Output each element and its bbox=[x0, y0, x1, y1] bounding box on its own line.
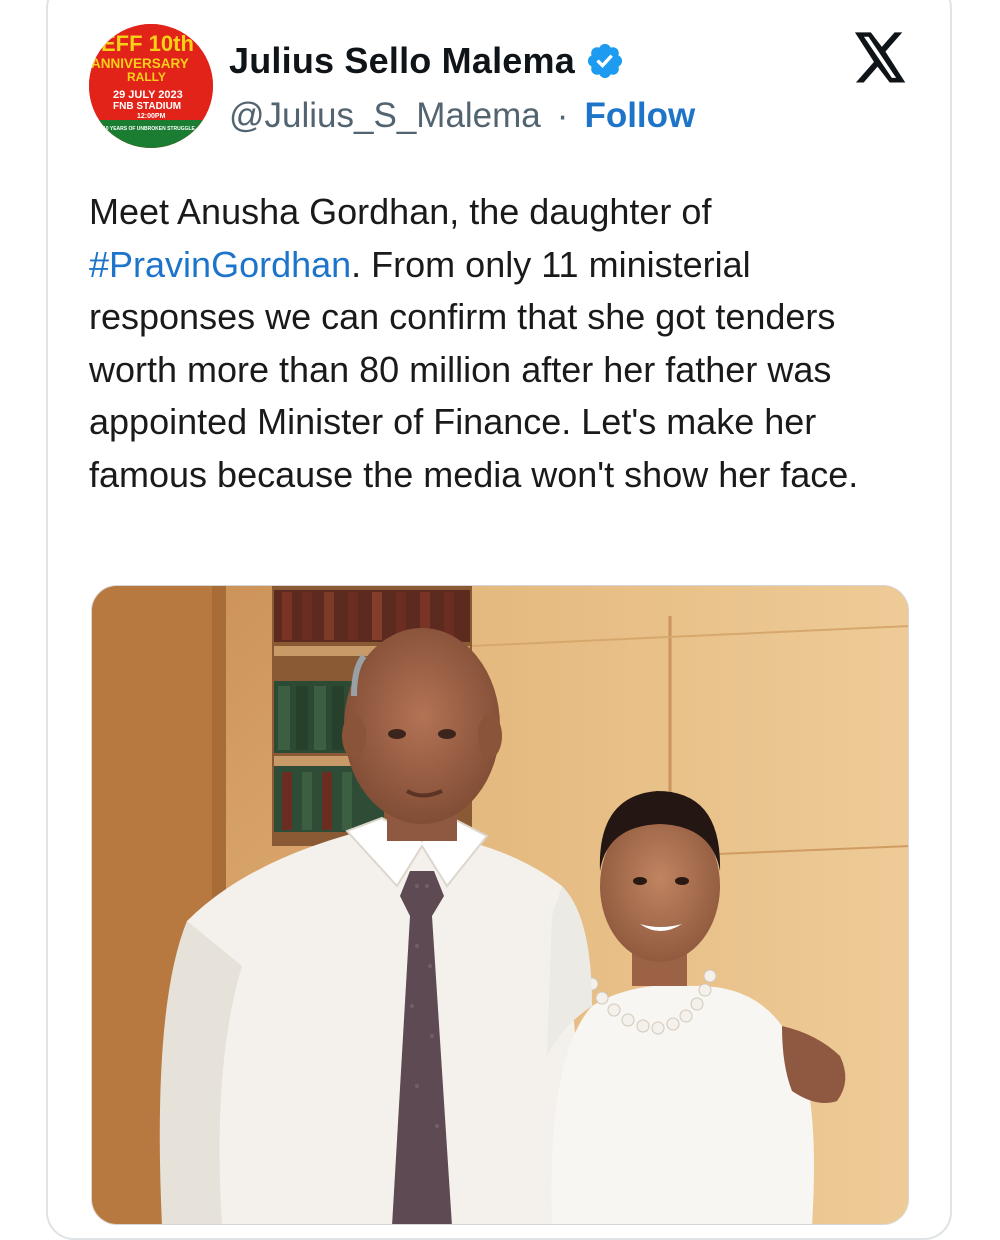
tweet-photo[interactable] bbox=[91, 585, 909, 1225]
photo-illustration bbox=[92, 586, 908, 1224]
poster-time: 12:00PM bbox=[137, 113, 166, 120]
author-avatar[interactable]: EFF 10th ANNIVERSARY RALLY 29 JULY 2023 … bbox=[89, 24, 213, 148]
hashtag-link[interactable]: #PravinGordhan bbox=[89, 244, 351, 285]
poster-date: 29 JULY 2023 bbox=[113, 89, 183, 101]
author-display-name[interactable]: Julius Sello Malema bbox=[229, 40, 575, 82]
eff-rally-poster-image: EFF 10th ANNIVERSARY RALLY 29 JULY 2023 … bbox=[89, 24, 213, 148]
poster-venue: FNB STADIUM bbox=[113, 101, 181, 112]
author-handle[interactable]: @Julius_S_Malema bbox=[229, 96, 541, 136]
author-handle-row: @Julius_S_Malema · Follow bbox=[229, 96, 695, 136]
poster-slogan: 10 YEARS OF UNBROKEN STRUGGLE bbox=[103, 126, 196, 132]
x-logo-icon[interactable] bbox=[852, 32, 908, 84]
author-name-row[interactable]: Julius Sello Malema bbox=[229, 40, 625, 82]
tweet-text-intro: Meet Anusha Gordhan, the daughter of bbox=[89, 191, 712, 232]
poster-rally: RALLY bbox=[127, 70, 166, 84]
poster-title: EFF 10th bbox=[101, 31, 194, 56]
tweet-text: Meet Anusha Gordhan, the daughter of #Pr… bbox=[89, 186, 889, 501]
follow-button[interactable]: Follow bbox=[584, 96, 695, 136]
poster-subtitle: ANNIVERSARY bbox=[91, 56, 189, 71]
verified-badge-icon bbox=[587, 43, 623, 79]
separator-dot: · bbox=[556, 96, 569, 135]
